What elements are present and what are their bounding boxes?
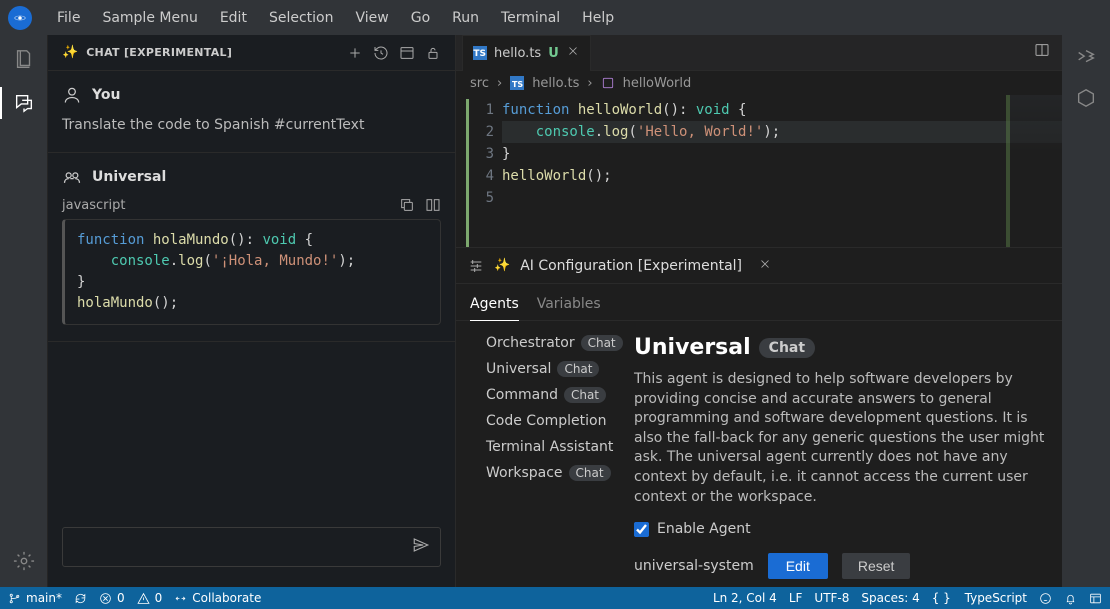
sparkle-icon: ✨ [62, 45, 78, 60]
chat-input[interactable] [62, 527, 441, 567]
collaborate-status[interactable]: Collaborate [174, 591, 261, 605]
tab-hello-ts[interactable]: TS hello.ts U [462, 35, 591, 70]
branch-status[interactable]: main* [8, 591, 62, 605]
user-message: You Translate the code to Spanish #curre… [48, 71, 455, 153]
warnings-status[interactable]: 0 [137, 591, 163, 605]
chat-title: CHAT [EXPERIMENTAL] [86, 46, 232, 59]
panel-layout-icon[interactable] [399, 45, 415, 61]
menu-file[interactable]: File [48, 4, 89, 32]
agent-label: Universal [92, 169, 166, 185]
new-chat-icon[interactable] [347, 45, 363, 61]
ai-chat-icon[interactable] [1075, 47, 1097, 69]
settings-gear-icon[interactable] [8, 545, 40, 577]
user-message-text: Translate the code to Spanish #currentTe… [62, 115, 441, 136]
hexagon-icon[interactable] [1075, 87, 1097, 109]
sparkle-icon: ✨ [494, 258, 510, 273]
menu-selection[interactable]: Selection [260, 4, 343, 32]
ai-panel-title: AI Configuration [Experimental] [520, 258, 742, 274]
right-activity-bar [1062, 35, 1110, 587]
reset-button[interactable]: Reset [842, 553, 911, 579]
cursor-position[interactable]: Ln 2, Col 4 [713, 591, 777, 605]
agent-universal[interactable]: UniversalChat [486, 361, 626, 377]
user-label: You [92, 87, 120, 103]
ai-tabs: Agents Variables [456, 284, 1062, 321]
minimap[interactable] [1006, 95, 1062, 247]
code-editor[interactable]: 12345 function helloWorld(): void { cons… [456, 95, 1062, 247]
tab-modified-badge: U [548, 46, 559, 61]
agent-detail-title: UniversalChat [634, 335, 1046, 360]
indent-status[interactable]: Spaces: 4 [861, 591, 919, 605]
menu-view[interactable]: View [346, 4, 397, 32]
eol-status[interactable]: LF [789, 591, 803, 605]
system-prompt-name: universal-system [634, 558, 754, 574]
menu-go[interactable]: Go [402, 4, 439, 32]
agent-message: Universal javascript function holaMundo(… [48, 153, 455, 342]
agent-orchestrator[interactable]: OrchestratorChat [486, 335, 626, 351]
chat-icon[interactable] [8, 87, 40, 119]
copy-code-icon[interactable] [399, 197, 415, 213]
chat-input-area [48, 515, 455, 587]
menu-sample[interactable]: Sample Menu [93, 4, 206, 32]
typescript-icon: TS [473, 46, 487, 60]
sync-status[interactable] [74, 592, 87, 605]
chat-panel: ✨ CHAT [EXPERIMENTAL] You Translate the … [48, 35, 456, 587]
feedback-icon[interactable] [1039, 592, 1052, 605]
chat-header: ✨ CHAT [EXPERIMENTAL] [48, 35, 455, 71]
symbol-function-icon [601, 76, 615, 90]
agent-description: This agent is designed to help software … [634, 370, 1046, 507]
status-bar: main* 0 0 Collaborate Ln 2, Col 4 LF UTF… [0, 587, 1110, 609]
explorer-icon[interactable] [8, 43, 40, 75]
close-panel-icon[interactable] [752, 257, 772, 275]
menu-help[interactable]: Help [573, 4, 623, 32]
user-icon [62, 85, 82, 105]
tab-name: hello.ts [494, 46, 541, 61]
breadcrumb-symbol[interactable]: helloWorld [623, 76, 692, 91]
enable-agent-input[interactable] [634, 522, 649, 537]
layout-icon[interactable] [1089, 592, 1102, 605]
breadcrumb-folder[interactable]: src [470, 76, 489, 91]
typescript-icon: TS [510, 76, 524, 90]
menu-edit[interactable]: Edit [211, 4, 256, 32]
tab-agents[interactable]: Agents [470, 290, 519, 321]
title-bar: File Sample Menu Edit Selection View Go … [0, 0, 1110, 35]
history-icon[interactable] [373, 45, 389, 61]
agent-icon [62, 167, 82, 187]
close-tab-icon[interactable] [566, 44, 580, 62]
code-content[interactable]: function helloWorld(): void { console.lo… [502, 99, 1062, 247]
line-gutter: 12345 [466, 99, 502, 247]
ai-config-panel: ✨ AI Configuration [Experimental] Agents… [456, 247, 1062, 587]
menu-run[interactable]: Run [443, 4, 488, 32]
code-language: javascript [62, 198, 125, 213]
encoding-status[interactable]: UTF-8 [814, 591, 849, 605]
enable-agent-checkbox[interactable]: Enable Agent [634, 521, 1046, 537]
errors-status[interactable]: 0 [99, 591, 125, 605]
breadcrumb-file[interactable]: hello.ts [532, 76, 579, 91]
agent-terminal-assistant[interactable]: Terminal Assistant [486, 439, 626, 455]
agent-list: OrchestratorChat UniversalChat CommandCh… [456, 321, 626, 587]
agent-detail: UniversalChat This agent is designed to … [626, 321, 1062, 587]
split-editor-icon[interactable] [1034, 42, 1062, 70]
tab-variables[interactable]: Variables [537, 290, 601, 320]
agent-workspace[interactable]: WorkspaceChat [486, 465, 626, 481]
menu-terminal[interactable]: Terminal [492, 4, 569, 32]
editor-area: TS hello.ts U src › TS hello.ts › helloW… [456, 35, 1062, 587]
bell-icon[interactable] [1064, 592, 1077, 605]
send-icon[interactable] [412, 536, 430, 558]
agent-command[interactable]: CommandChat [486, 387, 626, 403]
activity-bar [0, 35, 48, 587]
config-icon [468, 258, 484, 274]
language-status[interactable]: { } TypeScript [932, 591, 1027, 605]
app-logo [8, 6, 32, 30]
insert-code-icon[interactable] [425, 197, 441, 213]
breadcrumb[interactable]: src › TS hello.ts › helloWorld [456, 71, 1062, 95]
code-block: function holaMundo(): void { console.log… [62, 219, 441, 325]
agent-code-completion[interactable]: Code Completion [486, 413, 626, 429]
lock-icon[interactable] [425, 45, 441, 61]
edit-button[interactable]: Edit [768, 553, 828, 579]
tab-bar: TS hello.ts U [456, 35, 1062, 71]
